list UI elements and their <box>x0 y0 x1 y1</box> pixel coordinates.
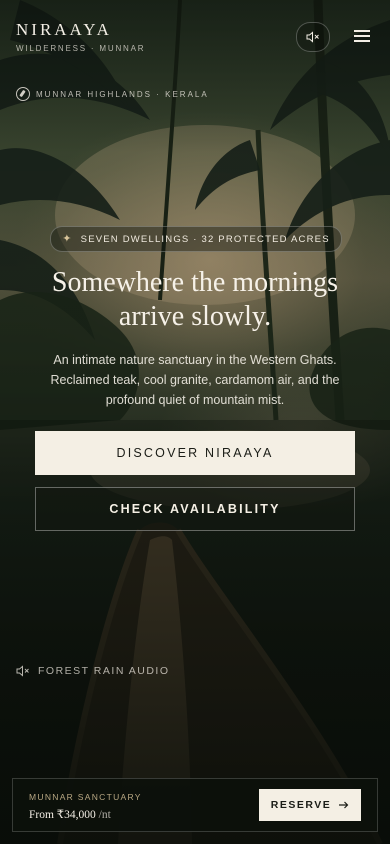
discover-button[interactable]: DISCOVER NIRAAYA <box>35 431 355 475</box>
top-bar: NIRAAYA WILDERNESS · MUNNAR <box>16 20 374 60</box>
hero-description: An intimate nature sanctuary in the West… <box>50 353 340 407</box>
volume-muted-icon <box>16 665 29 677</box>
audio-label: FOREST RAIN AUDIO <box>38 665 170 677</box>
badge-label: SEVEN DWELLINGS · 32 PROTECTED ACRES <box>80 233 330 245</box>
arrow-right-icon <box>339 801 349 809</box>
reserve-button[interactable]: RESERVE <box>259 789 361 821</box>
mute-toggle-button[interactable] <box>296 22 330 52</box>
reserve-label: RESERVE <box>270 799 332 811</box>
brand-logo[interactable]: NIRAAYA WILDERNESS · MUNNAR <box>16 20 145 53</box>
property-badge: ✦ SEVEN DWELLINGS · 32 PROTECTED ACRES <box>50 226 342 252</box>
reserve-bar: MUNNAR SANCTUARY From ₹34,000 /nt RESERV… <box>12 778 378 832</box>
price-unit: /nt <box>98 809 111 821</box>
compass-icon <box>16 87 30 101</box>
sanctuary-name: MUNNAR SANCTUARY <box>29 792 142 802</box>
hamburger-menu-icon[interactable] <box>350 24 374 48</box>
hero-vignette <box>0 0 390 844</box>
location-label: MUNNAR HIGHLANDS · KERALA <box>36 89 209 99</box>
brand-subtitle: WILDERNESS · MUNNAR <box>16 44 146 53</box>
sparkle-icon: ✦ <box>62 232 73 245</box>
hero-headline: Somewhere the mornings arrive slowly. <box>51 267 339 332</box>
hero-background <box>0 0 390 844</box>
brand-name: NIRAAYA <box>16 20 112 39</box>
location-tag: MUNNAR HIGHLANDS · KERALA <box>16 87 209 101</box>
check-availability-button[interactable]: CHECK AVAILABILITY <box>35 487 355 531</box>
volume-muted-icon <box>306 31 319 43</box>
price-value: From ₹34,000 <box>29 809 96 821</box>
forest-audio-toggle[interactable]: FOREST RAIN AUDIO <box>16 665 170 677</box>
nightly-price: From ₹34,000 /nt <box>29 807 111 821</box>
